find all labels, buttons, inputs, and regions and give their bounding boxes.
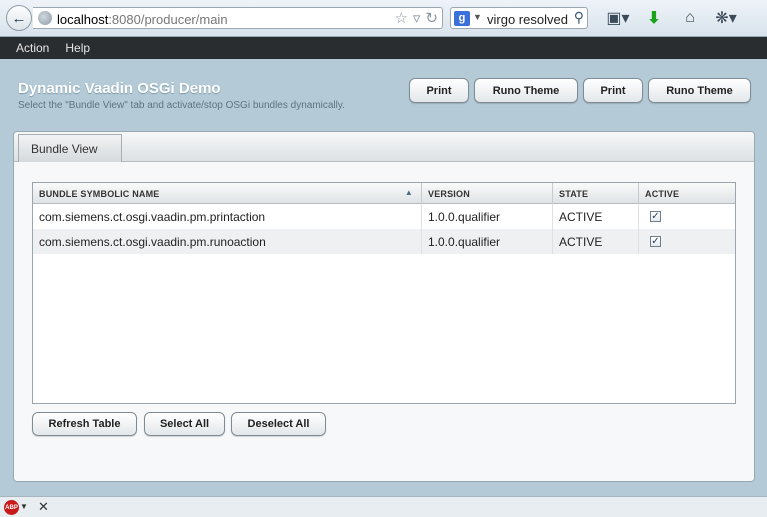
url-host: localhost <box>57 12 109 27</box>
close-icon[interactable]: ✕ <box>38 499 49 515</box>
cell-bundle-name: com.siemens.ct.osgi.vaadin.pm.runoaction <box>33 229 422 254</box>
menu-action[interactable]: Action <box>8 41 57 55</box>
select-all-button[interactable]: Select All <box>144 412 225 436</box>
star-icon[interactable]: ☆ <box>394 9 407 27</box>
bundle-table: BUNDLE SYMBOLIC NAME ▲ VERSION STATE ACT… <box>32 182 736 404</box>
app-menubar: Action Help <box>0 37 767 59</box>
browser-toolbar: ← localhost:8080/producer/main ☆ ▿ ↻ g ▼… <box>0 0 767 37</box>
cell-state: ACTIVE <box>553 204 639 229</box>
search-bar[interactable]: g ▼ virgo resolved b ⚲ <box>450 7 588 29</box>
dropdown-icon[interactable]: ▿ <box>413 9 421 27</box>
tab-bundle-view[interactable]: Bundle View <box>18 134 122 162</box>
home-icon[interactable]: ⌂ <box>672 8 708 28</box>
url-path: :8080/producer/main <box>108 12 228 27</box>
column-header-state[interactable]: STATE <box>553 183 639 204</box>
menu-help[interactable]: Help <box>57 41 98 55</box>
cell-version: 1.0.0.qualifier <box>422 204 553 229</box>
cell-bundle-name: com.siemens.ct.osgi.vaadin.pm.printactio… <box>33 204 422 229</box>
page-subtitle: Select the "Bundle View" tab and activat… <box>18 100 345 111</box>
adblock-menu-caret-icon[interactable]: ▼ <box>20 502 28 511</box>
table-row[interactable]: com.siemens.ct.osgi.vaadin.pm.printactio… <box>33 204 735 229</box>
toolbar-icons: ▣▾ ⬇ ⌂ ❋▾ <box>600 8 744 28</box>
table-header: BUNDLE SYMBOLIC NAME ▲ VERSION STATE ACT… <box>33 183 735 204</box>
search-input[interactable]: virgo resolved b <box>487 12 571 27</box>
url-text[interactable]: localhost:8080/producer/main <box>57 12 228 27</box>
runo-theme-button[interactable]: Runo Theme <box>474 78 578 103</box>
active-checkbox[interactable]: ✓ <box>650 211 661 222</box>
url-icons: ☆ ▿ ↻ <box>394 9 438 27</box>
reload-icon[interactable]: ↻ <box>425 9 438 27</box>
addon-icon[interactable]: ❋▾ <box>708 8 744 28</box>
table-row[interactable]: com.siemens.ct.osgi.vaadin.pm.runoaction… <box>33 229 735 254</box>
print-button[interactable]: Print <box>409 78 469 103</box>
status-bar: ABP ▼ ✕ <box>0 496 767 517</box>
cell-version: 1.0.0.qualifier <box>422 229 553 254</box>
url-bar[interactable]: localhost:8080/producer/main ☆ ▿ ↻ <box>33 7 443 29</box>
magnifier-icon[interactable]: ⚲ <box>574 9 584 26</box>
cell-state: ACTIVE <box>553 229 639 254</box>
bookmark-icon[interactable]: ▣▾ <box>600 8 636 28</box>
app-header: Dynamic Vaadin OSGi Demo Select the "Bun… <box>0 59 767 131</box>
column-header-version[interactable]: VERSION <box>422 183 553 204</box>
active-checkbox[interactable]: ✓ <box>650 236 661 247</box>
search-engine-caret-icon[interactable]: ▼ <box>473 12 482 22</box>
google-icon[interactable]: g <box>454 11 470 26</box>
globe-icon <box>38 11 52 25</box>
tab-bar: Bundle View <box>14 132 754 162</box>
column-header-name-label: BUNDLE SYMBOLIC NAME <box>39 189 160 199</box>
back-arrow-icon[interactable]: ← <box>6 5 32 31</box>
sort-ascending-icon: ▲ <box>404 188 413 197</box>
runo-theme-button-2[interactable]: Runo Theme <box>648 78 751 103</box>
download-icon[interactable]: ⬇ <box>636 8 672 28</box>
page-title: Dynamic Vaadin OSGi Demo <box>18 80 221 97</box>
column-header-name[interactable]: BUNDLE SYMBOLIC NAME ▲ <box>33 183 422 204</box>
main-panel: Bundle View BUNDLE SYMBOLIC NAME ▲ VERSI… <box>13 131 755 482</box>
refresh-table-button[interactable]: Refresh Table <box>32 412 137 436</box>
adblock-icon[interactable]: ABP <box>4 500 19 515</box>
print-button-2[interactable]: Print <box>583 78 643 103</box>
column-header-active[interactable]: ACTIVE <box>639 183 735 204</box>
deselect-all-button[interactable]: Deselect All <box>231 412 326 436</box>
